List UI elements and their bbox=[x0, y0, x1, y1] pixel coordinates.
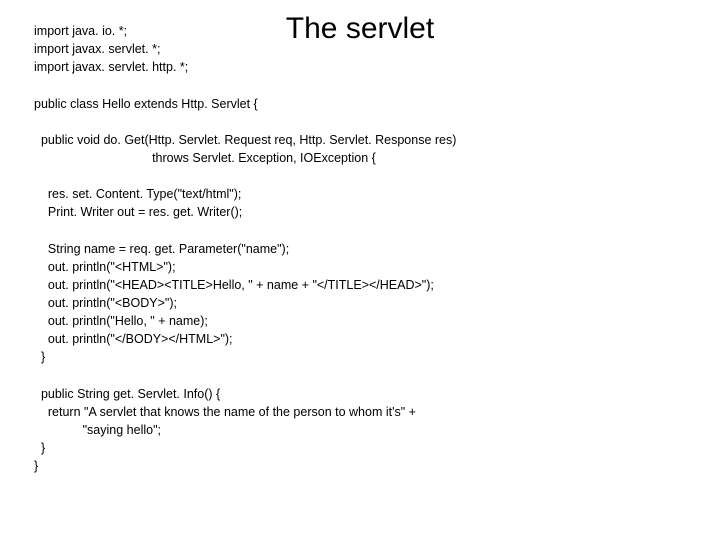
code-listing: import java. io. *; import javax. servle… bbox=[34, 22, 686, 475]
code-line: } bbox=[34, 441, 45, 455]
code-line: import javax. servlet. http. *; bbox=[34, 60, 188, 74]
code-line: res. set. Content. Type("text/html"); bbox=[34, 187, 241, 201]
code-line: public String get. Servlet. Info() { bbox=[34, 387, 220, 401]
code-line: throws Servlet. Exception, IOException { bbox=[34, 151, 376, 165]
code-line: } bbox=[34, 459, 38, 473]
code-line: out. println("Hello, " + name); bbox=[34, 314, 208, 328]
code-line: public class Hello extends Http. Servlet… bbox=[34, 97, 258, 111]
code-line: out. println("<BODY>"); bbox=[34, 296, 177, 310]
code-line: Print. Writer out = res. get. Writer(); bbox=[34, 205, 242, 219]
code-line: "saying hello"; bbox=[34, 423, 161, 437]
code-line: import java. io. *; bbox=[34, 24, 127, 38]
code-line: out. println("</BODY></HTML>"); bbox=[34, 332, 233, 346]
code-line: } bbox=[34, 350, 45, 364]
code-line: out. println("<HTML>"); bbox=[34, 260, 176, 274]
code-line: return "A servlet that knows the name of… bbox=[34, 405, 416, 419]
code-line: out. println("<HEAD><TITLE>Hello, " + na… bbox=[34, 278, 434, 292]
code-line: public void do. Get(Http. Servlet. Reque… bbox=[34, 133, 456, 147]
code-line: String name = req. get. Parameter("name"… bbox=[34, 242, 289, 256]
code-line: import javax. servlet. *; bbox=[34, 42, 160, 56]
